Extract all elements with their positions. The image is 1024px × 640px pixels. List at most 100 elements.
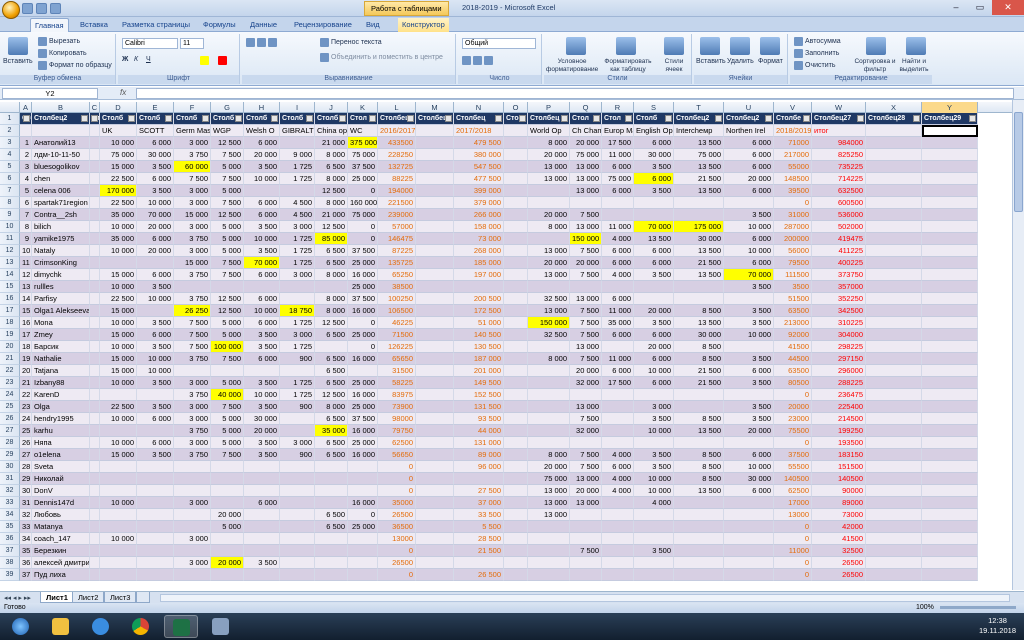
cell[interactable] bbox=[504, 509, 528, 521]
cell[interactable]: 23 bbox=[20, 401, 32, 413]
cell[interactable]: 6 000 bbox=[724, 137, 774, 149]
cell[interactable] bbox=[634, 521, 674, 533]
cell[interactable] bbox=[416, 461, 454, 473]
cell[interactable]: Анатолий13 bbox=[32, 137, 90, 149]
cell[interactable] bbox=[416, 317, 454, 329]
cell[interactable]: 8 000 bbox=[528, 221, 570, 233]
cell[interactable] bbox=[416, 209, 454, 221]
cell[interactable]: 288225 bbox=[812, 377, 866, 389]
fill-color-button[interactable] bbox=[200, 56, 209, 65]
cell[interactable]: 7 500 bbox=[211, 353, 244, 365]
row-header[interactable]: 9 bbox=[0, 209, 20, 221]
format-as-table-button[interactable]: Форматировать как таблицу bbox=[600, 58, 656, 74]
cell[interactable]: 25 000 bbox=[348, 257, 378, 269]
underline-button[interactable]: Ч bbox=[146, 56, 151, 63]
cell[interactable] bbox=[504, 125, 528, 137]
cell[interactable]: 4 000 bbox=[602, 485, 634, 497]
cell[interactable]: celena 006 bbox=[32, 185, 90, 197]
cell[interactable]: 132725 bbox=[378, 161, 416, 173]
cell[interactable]: 26500 bbox=[378, 509, 416, 521]
conditional-format-button[interactable]: Условное форматирование bbox=[546, 58, 598, 74]
cell[interactable] bbox=[866, 557, 922, 569]
cell[interactable] bbox=[416, 497, 454, 509]
font-color-button[interactable] bbox=[218, 56, 227, 65]
cell[interactable] bbox=[922, 473, 978, 485]
cell[interactable] bbox=[90, 257, 100, 269]
header-cell[interactable]: Столб bbox=[174, 113, 211, 125]
cell[interactable]: 44500 bbox=[774, 353, 812, 365]
cell[interactable]: 13 500 bbox=[674, 245, 724, 257]
cell[interactable] bbox=[602, 545, 634, 557]
cell[interactable]: 3 500 bbox=[244, 221, 280, 233]
cell[interactable] bbox=[866, 293, 922, 305]
cell[interactable] bbox=[724, 341, 774, 353]
cell[interactable]: 75 000 bbox=[348, 149, 378, 161]
header-cell[interactable]: Столб bbox=[100, 113, 137, 125]
cell[interactable]: 5 000 bbox=[211, 425, 244, 437]
cell[interactable] bbox=[602, 401, 634, 413]
cell[interactable]: 600500 bbox=[812, 197, 866, 209]
cell[interactable] bbox=[90, 533, 100, 545]
cell[interactable]: 3 500 bbox=[137, 281, 174, 293]
cell[interactable] bbox=[528, 389, 570, 401]
cell[interactable]: 3 000 bbox=[280, 221, 315, 233]
cell[interactable]: Zmey bbox=[32, 329, 90, 341]
cell[interactable] bbox=[348, 485, 378, 497]
cell[interactable]: 148500 bbox=[774, 173, 812, 185]
cell[interactable]: 6 500 bbox=[315, 353, 348, 365]
cell[interactable]: 16 bbox=[20, 317, 32, 329]
cell[interactable] bbox=[922, 485, 978, 497]
sort-filter-icon[interactable] bbox=[866, 37, 886, 55]
row-header[interactable]: 28 bbox=[0, 437, 20, 449]
cell[interactable]: 20 000 bbox=[724, 425, 774, 437]
cell[interactable]: GIBRALT bbox=[280, 125, 315, 137]
cell[interactable]: 30 000 bbox=[724, 473, 774, 485]
cell[interactable]: 26 500 bbox=[454, 569, 504, 581]
cell[interactable] bbox=[137, 521, 174, 533]
cell[interactable] bbox=[922, 281, 978, 293]
cell[interactable] bbox=[90, 401, 100, 413]
cell[interactable] bbox=[674, 281, 724, 293]
cell[interactable] bbox=[922, 125, 978, 137]
cell[interactable]: 8 000 bbox=[315, 401, 348, 413]
cell[interactable]: 502000 bbox=[812, 221, 866, 233]
cell[interactable]: 10 000 bbox=[137, 353, 174, 365]
cell[interactable]: 6 000 bbox=[724, 365, 774, 377]
cell[interactable]: 15 000 bbox=[100, 305, 137, 317]
cell[interactable]: 352250 bbox=[812, 293, 866, 305]
cell[interactable] bbox=[724, 497, 774, 509]
cell[interactable]: 0 bbox=[774, 533, 812, 545]
cell[interactable]: 15 bbox=[20, 305, 32, 317]
cell[interactable]: 7 500 bbox=[570, 413, 602, 425]
cell[interactable] bbox=[416, 221, 454, 233]
cell[interactable]: 130 500 bbox=[454, 341, 504, 353]
cell[interactable]: 7 500 bbox=[174, 329, 211, 341]
cell[interactable]: 8 000 bbox=[315, 269, 348, 281]
cell[interactable]: 25 000 bbox=[348, 401, 378, 413]
column-header-c[interactable]: C bbox=[90, 102, 100, 113]
cell[interactable]: hendry1995 bbox=[32, 413, 90, 425]
column-header-s[interactable]: S bbox=[634, 102, 674, 113]
cell[interactable] bbox=[922, 497, 978, 509]
header-cell[interactable]: Столбец28 bbox=[866, 113, 922, 125]
header-cell[interactable]: Сто bbox=[504, 113, 528, 125]
filter-dropdown-icon[interactable] bbox=[407, 115, 414, 122]
conditional-format-icon[interactable] bbox=[566, 37, 586, 55]
cell[interactable]: 0 bbox=[378, 569, 416, 581]
cell[interactable]: 1 725 bbox=[280, 245, 315, 257]
cell[interactable]: 373750 bbox=[812, 269, 866, 281]
header-cell[interactable]: Сто bbox=[90, 113, 100, 125]
cell[interactable]: 15 000 bbox=[174, 209, 211, 221]
cell[interactable] bbox=[100, 473, 137, 485]
cell[interactable]: 13 bbox=[20, 281, 32, 293]
cell[interactable]: 11 000 bbox=[602, 149, 634, 161]
cell[interactable]: 7 500 bbox=[570, 317, 602, 329]
name-box[interactable]: Y2 bbox=[2, 88, 98, 99]
cell[interactable] bbox=[922, 221, 978, 233]
cell[interactable] bbox=[137, 557, 174, 569]
cell[interactable] bbox=[922, 173, 978, 185]
cell[interactable]: Parfisy bbox=[32, 293, 90, 305]
cell[interactable] bbox=[348, 569, 378, 581]
cell[interactable]: 25 000 bbox=[348, 329, 378, 341]
cell[interactable]: 3 500 bbox=[634, 545, 674, 557]
